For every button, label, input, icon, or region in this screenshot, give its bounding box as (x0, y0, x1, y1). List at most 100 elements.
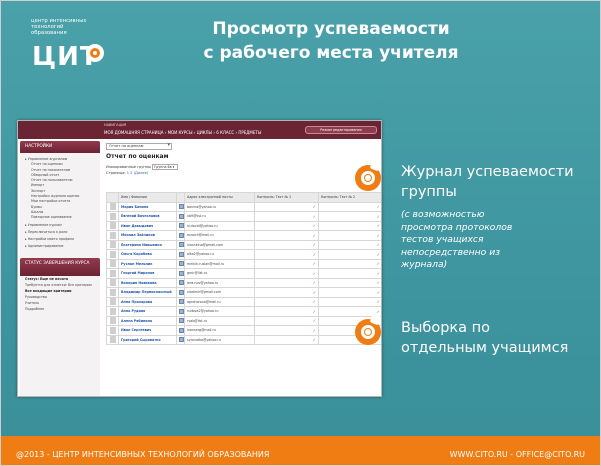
view-attempt-icon[interactable]: ✓ (313, 328, 316, 333)
grade-cell-test-2[interactable]: ✓ (318, 211, 381, 222)
user-icon[interactable] (176, 296, 185, 307)
user-icon[interactable] (176, 306, 185, 317)
grade-cell-test-1[interactable]: ✓ (254, 268, 319, 279)
view-attempt-icon[interactable]: ✓ (313, 290, 316, 295)
view-attempt-icon[interactable]: ✓ (313, 242, 316, 247)
view-attempt-icon[interactable]: ✓ (377, 299, 380, 304)
view-attempt-icon[interactable]: ✓ (313, 337, 316, 342)
grade-cell-test-1[interactable]: ✓ (254, 220, 319, 231)
col-name[interactable]: Имя / Фамилия (118, 192, 177, 203)
user-icon[interactable] (176, 268, 185, 279)
grade-cell-test-1[interactable]: ✓ (254, 239, 319, 250)
grade-cell-test-2[interactable]: ✓ (318, 296, 381, 307)
view-attempt-icon[interactable]: ✓ (313, 280, 316, 285)
grade-cell-test-2[interactable]: ✓ (318, 277, 381, 288)
student-name[interactable]: Георгий Миронов (118, 268, 177, 279)
view-attempt-icon[interactable]: ✓ (377, 223, 380, 228)
settings-item[interactable]: ▸ Управление курсом (25, 221, 96, 228)
group-select[interactable]: Группа 6в ▾ (152, 164, 179, 170)
settings-item[interactable]: ▸ Администрирование (25, 242, 96, 249)
view-attempt-icon[interactable]: ✓ (377, 271, 380, 276)
view-attempt-icon[interactable]: ✓ (313, 309, 316, 314)
student-name[interactable]: Алена Рябинина (118, 315, 177, 326)
student-name[interactable]: Ольга Коробова (118, 249, 177, 260)
grade-cell-test-1[interactable]: ✓ (254, 325, 319, 336)
grade-cell-test-1[interactable]: ✓ (254, 211, 319, 222)
footer-contacts[interactable]: WWW.CITO.RU - OFFICE@CITO.RU (450, 450, 585, 459)
view-attempt-icon[interactable]: ✓ (377, 214, 380, 219)
grade-cell-test-1[interactable]: ✓ (254, 201, 319, 212)
user-icon[interactable] (176, 249, 185, 260)
student-name[interactable]: Владимир Первоклассный (118, 287, 177, 298)
user-icon[interactable] (176, 315, 185, 326)
student-name[interactable]: Анна Прохорова (118, 296, 177, 307)
grade-cell-test-1[interactable]: ✓ (254, 258, 319, 269)
grade-cell-test-1[interactable]: ✓ (254, 296, 319, 307)
student-name[interactable]: Евгений Вячеславов (118, 211, 177, 222)
footer: @2013 - ЦЕНТР ИНТЕНСИВНЫХ ТЕХНОЛОГИЙ ОБР… (1, 436, 600, 465)
avatar (106, 315, 119, 326)
user-icon[interactable] (176, 230, 185, 241)
user-icon[interactable] (176, 277, 185, 288)
grade-cell-test-2[interactable]: ✓ (318, 220, 381, 231)
view-attempt-icon[interactable]: ✓ (313, 204, 316, 209)
view-attempt-icon[interactable]: ✓ (313, 233, 316, 238)
user-icon[interactable] (176, 334, 185, 345)
view-attempt-icon[interactable]: ✓ (313, 271, 316, 276)
grade-cell-test-2[interactable]: ✓ (318, 230, 381, 241)
grade-cell-test-1[interactable]: ✓ (254, 334, 319, 345)
col-email[interactable]: Адрес электронной почты (184, 192, 255, 203)
pages-links[interactable]: 1 2 (Далее) (127, 171, 148, 175)
settings-item[interactable]: ▸ Настройки моего профиля (25, 235, 96, 242)
student-name[interactable]: Иван Сергеевич (118, 325, 177, 336)
grade-cell-test-2[interactable]: ✓ (318, 258, 381, 269)
view-attempt-icon[interactable]: ✓ (377, 233, 380, 238)
user-icon[interactable] (176, 258, 185, 269)
view-attempt-icon[interactable]: ✓ (313, 214, 316, 219)
grade-cell-test-2[interactable]: ✓ (318, 239, 381, 250)
grade-cell-test-2[interactable]: ✓ (318, 201, 381, 212)
student-name[interactable]: Анна Рудова (118, 306, 177, 317)
student-name[interactable]: Мария Бонина (118, 201, 177, 212)
view-attempt-icon[interactable]: ✓ (313, 261, 316, 266)
user-icon[interactable] (176, 325, 185, 336)
user-icon[interactable] (176, 239, 185, 250)
view-attempt-icon[interactable]: ✓ (377, 309, 380, 314)
grade-cell-test-1[interactable]: ✓ (254, 315, 319, 326)
grade-cell-test-1[interactable]: ✓ (254, 277, 319, 288)
edit-mode-button[interactable]: Режим редактирования (305, 126, 377, 134)
view-attempt-icon[interactable]: ✓ (313, 299, 316, 304)
student-name[interactable]: Иван Давыдович (118, 220, 177, 231)
view-attempt-icon[interactable]: ✓ (377, 204, 380, 209)
view-attempt-icon[interactable]: ✓ (313, 223, 316, 228)
student-name[interactable]: Екатерина Ивашкина (118, 239, 177, 250)
view-attempt-icon[interactable]: ✓ (377, 252, 380, 257)
student-name[interactable]: Михаил Зайчиков (118, 230, 177, 241)
view-attempt-icon[interactable]: ✓ (313, 252, 316, 257)
app-breadcrumb[interactable]: МОЯ ДОМАШНЯЯ СТРАНИЦА › МОИ КУРСЫ › ЦИКЛ… (104, 130, 261, 135)
report-select[interactable]: Отчет по оценкам (106, 143, 172, 150)
student-name[interactable]: Григорий Сыроватко (118, 334, 177, 345)
col-test-1[interactable]: Контроль: Тест № 1 (254, 192, 319, 203)
student-name[interactable]: Валерия Новикова (118, 277, 177, 288)
col-test-2[interactable]: Контроль: Тест № 2 (318, 192, 381, 203)
settings-item[interactable]: ▸ Переключиться к роли (25, 228, 96, 235)
grade-cell-test-1[interactable]: ✓ (254, 287, 319, 298)
user-icon[interactable] (176, 201, 185, 212)
view-attempt-icon[interactable]: ✓ (377, 290, 380, 295)
grade-cell-test-1[interactable]: ✓ (254, 230, 319, 241)
student-name[interactable]: Руслан Мельник (118, 258, 177, 269)
grade-cell-test-2[interactable]: ✓ (318, 268, 381, 279)
grade-cell-test-2[interactable]: ✓ (318, 249, 381, 260)
view-attempt-icon[interactable]: ✓ (377, 280, 380, 285)
view-attempt-icon[interactable]: ✓ (377, 242, 380, 247)
bullet-1-note-line-5: журнала) (401, 259, 448, 270)
view-attempt-icon[interactable]: ✓ (313, 318, 316, 323)
user-icon[interactable] (176, 211, 185, 222)
user-icon[interactable] (176, 287, 185, 298)
view-attempt-icon[interactable]: ✓ (377, 261, 380, 266)
user-icon[interactable] (176, 220, 185, 231)
grade-cell-test-1[interactable]: ✓ (254, 249, 319, 260)
grade-cell-test-1[interactable]: ✓ (254, 306, 319, 317)
grade-cell-test-2[interactable]: ✓ (318, 287, 381, 298)
